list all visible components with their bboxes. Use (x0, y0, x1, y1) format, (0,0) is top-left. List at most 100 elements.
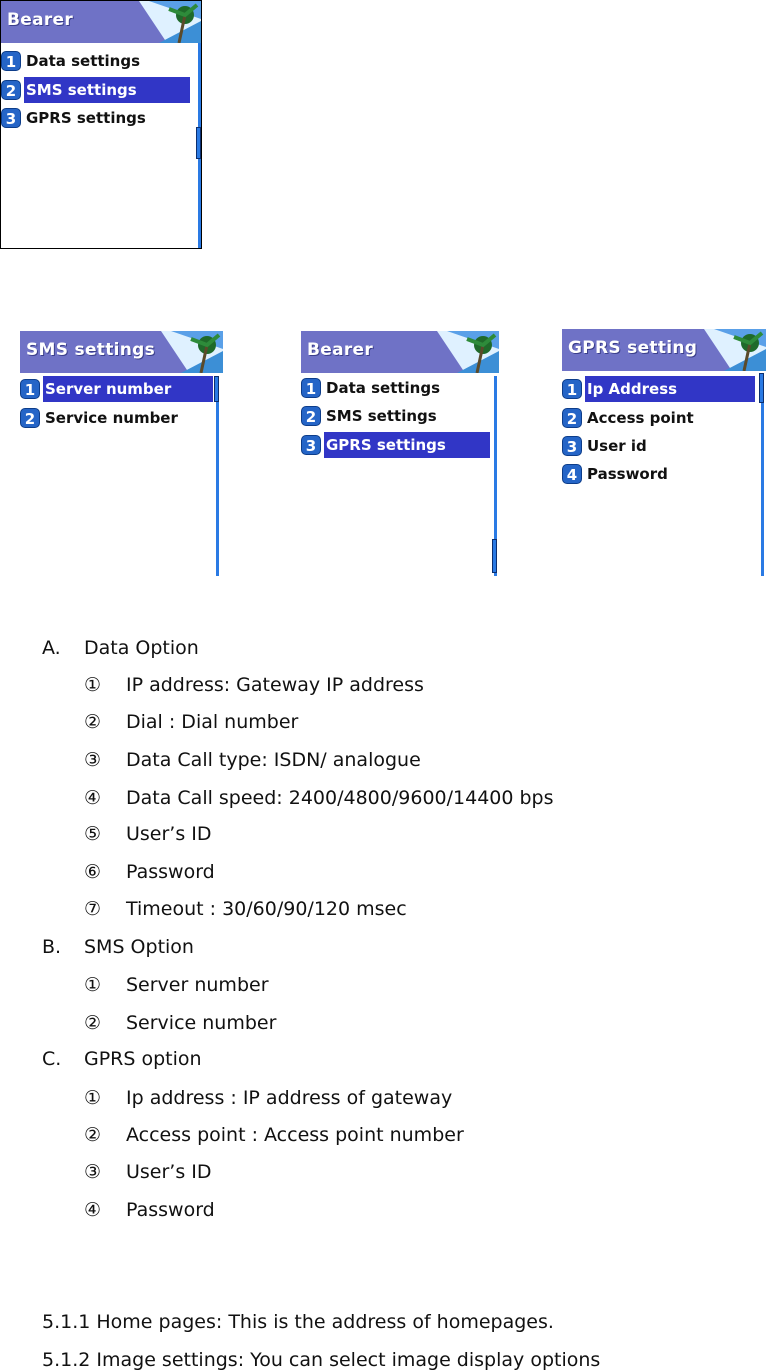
list-item: ② Access point : Access point number (84, 1124, 464, 1146)
screen-title-bar: SMS settings (20, 331, 223, 373)
scrollbar-thumb[interactable] (214, 376, 219, 402)
item-text: Data Call speed: 2400/4800/9600/14400 bp… (126, 787, 554, 809)
list-item: ④ Data Call speed: 2400/4800/9600/14400 b… (84, 787, 554, 809)
list-item: ③ User’s ID (84, 1161, 212, 1183)
palm-beach-icon (139, 1, 201, 43)
list-item: ① Ip address : IP address of gateway (84, 1087, 452, 1109)
scrollbar[interactable] (761, 373, 764, 576)
palm-beach-icon (161, 331, 223, 373)
menu-item-label: GPRS settings (26, 109, 146, 127)
screen-title: Bearer (7, 10, 74, 30)
menu-item-label: Access point (587, 409, 694, 427)
item-marker: ② (84, 1124, 102, 1146)
menu-item-label: SMS settings (24, 77, 190, 103)
menu-item-label: Data settings (326, 379, 441, 397)
scrollbar-thumb[interactable] (759, 373, 764, 403)
number-1-badge: 1 (20, 379, 40, 399)
paragraph-home-pages: 5.1.1 Home pages: This is the address of… (42, 1311, 554, 1333)
scrollbar-thumb[interactable] (196, 127, 201, 159)
section-heading-b: B. SMS Option (42, 936, 194, 958)
screen-title-bar: Bearer (301, 331, 499, 373)
item-marker: ① (84, 974, 102, 996)
list-item: ⑦ Timeout : 30/60/90/120 msec (84, 898, 407, 920)
item-text: IP address: Gateway IP address (126, 674, 424, 696)
list-item: ① IP address: Gateway IP address (84, 674, 424, 696)
item-marker: ③ (84, 749, 102, 771)
item-text: User’s ID (126, 823, 212, 845)
scrollbar[interactable] (216, 376, 219, 576)
section-marker: A. (42, 637, 61, 659)
palm-beach-icon (704, 329, 766, 371)
item-marker: ⑦ (84, 898, 102, 920)
section-marker: B. (42, 936, 62, 958)
list-item: ③ Data Call type: ISDN/ analogue (84, 749, 421, 771)
section-heading: GPRS option (84, 1048, 202, 1070)
number-4-badge: 4 (562, 464, 582, 484)
phone-screen-bearer-2: Bearer 1 Data settings 2 SMS settings 3 … (301, 331, 501, 577)
number-3-badge: 3 (562, 436, 582, 456)
item-text: User’s ID (126, 1161, 212, 1183)
menu-item-label: Service number (45, 409, 178, 427)
number-3-badge: 3 (1, 108, 21, 128)
item-marker: ④ (84, 787, 102, 809)
menu-item-server-number[interactable]: 1 Server number (20, 376, 213, 402)
menu-item-sms-settings[interactable]: 2 SMS settings (1, 77, 190, 103)
item-marker: ① (84, 1087, 102, 1109)
item-text: Ip address : IP address of gateway (126, 1087, 453, 1109)
item-marker: ② (84, 1012, 102, 1034)
item-text: Dial : Dial number (126, 711, 299, 733)
section-marker: C. (42, 1048, 62, 1070)
number-2-badge: 2 (1, 80, 21, 100)
list-item: ② Dial : Dial number (84, 711, 298, 733)
list-item: ④ Password (84, 1199, 215, 1221)
menu-item-access-point[interactable]: 2 Access point (562, 405, 698, 431)
scrollbar-thumb[interactable] (492, 539, 497, 573)
item-marker: ③ (84, 1161, 102, 1183)
menu-item-label: GPRS settings (324, 432, 490, 458)
screen-title: Bearer (307, 340, 374, 360)
number-3-badge: 3 (301, 435, 321, 455)
menu-item-label: User id (587, 437, 647, 455)
menu-item-data-settings[interactable]: 1 Data settings (1, 48, 144, 74)
list-item: ⑥ Password (84, 861, 215, 883)
number-1-badge: 1 (301, 378, 321, 398)
screen-title: SMS settings (26, 340, 156, 360)
menu-item-label: SMS settings (326, 407, 437, 425)
list-item: ① Server number (84, 974, 269, 996)
item-text: Access point : Access point number (126, 1124, 464, 1146)
menu-item-label: Data settings (26, 52, 141, 70)
screen-title: GPRS setting (568, 338, 698, 358)
menu-item-user-id[interactable]: 3 User id (562, 433, 651, 459)
list-item: ⑤ User’s ID (84, 823, 212, 845)
item-text: Password (126, 1199, 215, 1221)
item-text: Password (126, 861, 215, 883)
phone-screen-gprs-settings: GPRS setting 1 Ip Address 2 Access point… (562, 329, 766, 577)
screen-title-bar: Bearer (1, 1, 201, 43)
number-2-badge: 2 (20, 408, 40, 428)
screen-title-bar: GPRS setting (562, 329, 766, 371)
section-heading: SMS Option (84, 936, 194, 958)
item-text: Timeout : 30/60/90/120 msec (126, 898, 407, 920)
list-item: ② Service number (84, 1012, 276, 1034)
item-text: Server number (126, 974, 269, 996)
menu-item-data-settings[interactable]: 1 Data settings (301, 375, 444, 401)
menu-item-password[interactable]: 4 Password (562, 461, 672, 487)
item-marker: ② (84, 711, 102, 733)
menu-item-service-number[interactable]: 2 Service number (20, 405, 182, 431)
number-2-badge: 2 (301, 406, 321, 426)
item-marker: ④ (84, 1199, 102, 1221)
item-marker: ① (84, 674, 102, 696)
item-marker: ⑤ (84, 823, 102, 845)
menu-item-sms-settings[interactable]: 2 SMS settings (301, 403, 441, 429)
item-text: Service number (126, 1012, 277, 1034)
menu-item-ip-address[interactable]: 1 Ip Address (562, 376, 755, 402)
menu-item-label: Password (587, 465, 668, 483)
number-1-badge: 1 (562, 379, 582, 399)
phone-screen-bearer-1: Bearer 1 Data settings 2 SMS settings 3 … (0, 0, 202, 249)
menu-item-gprs-settings[interactable]: 3 GPRS settings (301, 432, 490, 458)
menu-item-gprs-settings[interactable]: 3 GPRS settings (1, 105, 150, 131)
item-text: Data Call type: ISDN/ analogue (126, 749, 421, 771)
number-2-badge: 2 (562, 408, 582, 428)
section-heading: Data Option (84, 637, 199, 659)
item-marker: ⑥ (84, 861, 102, 883)
